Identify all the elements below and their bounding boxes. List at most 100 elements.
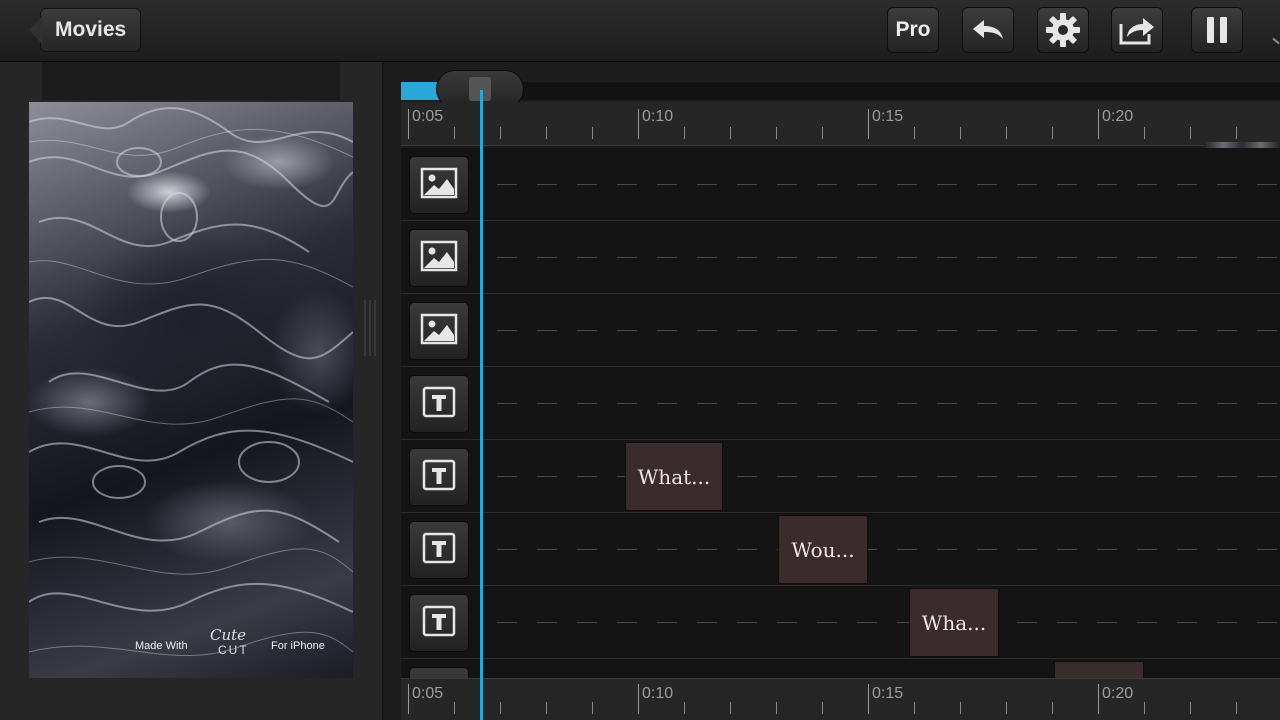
timeline-panel: 0:05 0:10 0:15 0:20 What... Wou... Wha... 0:0… <box>384 62 1280 720</box>
watermark-logo-script: Cute <box>210 626 247 644</box>
time-ruler-bottom[interactable]: 0:05 0:10 0:15 0:20 <box>401 678 1280 720</box>
text-track-row: Wha... <box>401 586 1280 659</box>
ruler-top-major-tick <box>638 109 639 139</box>
pro-button[interactable]: Pro <box>887 7 939 53</box>
share-button[interactable] <box>1111 7 1163 53</box>
image-track-row <box>401 221 1280 294</box>
ruler-top-major-tick <box>1098 109 1099 139</box>
watermark: Made With Cute CUT For iPhone <box>29 626 353 658</box>
top-toolbar: Movies Pro <box>0 0 1280 62</box>
pause-icon <box>1207 17 1227 43</box>
ruler-top-minor-tick <box>1236 127 1237 139</box>
ruler-bottom-minor-tick <box>592 702 593 714</box>
track-empty-guide <box>497 622 1280 623</box>
ruler-top-major-tick <box>408 109 409 139</box>
ruler-bottom-minor-tick <box>822 702 823 714</box>
ruler-top-minor-tick <box>1006 127 1007 139</box>
add-text-button[interactable] <box>409 521 469 579</box>
track-empty-guide <box>497 184 1280 185</box>
track-list: What... Wou... Wha... <box>401 148 1280 678</box>
back-button-label: Movies <box>55 18 127 41</box>
text-icon <box>422 386 456 423</box>
undo-button[interactable] <box>962 7 1014 53</box>
scrub-track[interactable] <box>401 82 1280 100</box>
text-icon <box>422 605 456 642</box>
ruler-bottom-minor-tick <box>500 702 501 714</box>
undo-icon <box>973 20 1003 39</box>
ruler-bottom-minor-tick <box>730 702 731 714</box>
ruler-bottom-time-label: 0:15 <box>872 685 904 702</box>
text-track-row <box>401 367 1280 440</box>
watermark-made-with: Made With <box>135 640 188 652</box>
ruler-top-minor-tick <box>1190 127 1191 139</box>
ruler-top-minor-tick <box>730 127 731 139</box>
track-empty-guide <box>497 330 1280 331</box>
add-text-button[interactable] <box>409 667 469 678</box>
image-track-row <box>401 148 1280 221</box>
ruler-bottom-minor-tick <box>454 702 455 714</box>
ruler-bottom-minor-tick <box>684 702 685 714</box>
ruler-bottom-minor-tick <box>1190 702 1191 714</box>
text-clip[interactable]: What... <box>625 442 723 511</box>
ruler-top-minor-tick <box>776 127 777 139</box>
ruler-top-time-label: 0:15 <box>872 108 904 125</box>
ruler-bottom-time-label: 0:20 <box>1102 685 1134 702</box>
ruler-bottom-minor-tick <box>1236 702 1237 714</box>
ruler-top-minor-tick <box>822 127 823 139</box>
ruler-top-minor-tick <box>500 127 501 139</box>
ruler-bottom-minor-tick <box>546 702 547 714</box>
back-arrow-icon <box>29 15 43 45</box>
video-preview[interactable]: Made With Cute CUT For iPhone <box>29 102 353 678</box>
ruler-top-minor-tick <box>960 127 961 139</box>
ruler-bottom-minor-tick <box>960 702 961 714</box>
ruler-bottom-minor-tick <box>1144 702 1145 714</box>
ruler-bottom-minor-tick <box>776 702 777 714</box>
track-empty-guide <box>497 476 1280 477</box>
ruler-top-minor-tick <box>546 127 547 139</box>
pro-button-label: Pro <box>895 18 931 41</box>
panel-resize-handle[interactable] <box>362 300 378 356</box>
ruler-top-minor-tick <box>914 127 915 139</box>
track-empty-guide <box>497 403 1280 404</box>
ruler-top-minor-tick <box>1052 127 1053 139</box>
ruler-top-time-label: 0:10 <box>642 108 674 125</box>
text-clip[interactable]: Wha... <box>909 588 999 657</box>
ruler-bottom-major-tick <box>868 684 869 714</box>
text-icon <box>422 459 456 496</box>
settings-button[interactable] <box>1037 7 1089 53</box>
track-empty-guide <box>497 549 1280 550</box>
ruler-top-minor-tick <box>684 127 685 139</box>
ruler-bottom-major-tick <box>638 684 639 714</box>
add-text-button[interactable] <box>409 375 469 433</box>
add-image-button[interactable] <box>409 302 469 360</box>
text-clip[interactable]: Wou... <box>778 515 868 584</box>
ruler-top-time-label: 0:05 <box>412 108 444 125</box>
image-track-row <box>401 294 1280 367</box>
track-empty-guide <box>497 257 1280 258</box>
overflow-indicator <box>1272 37 1280 45</box>
text-clip[interactable] <box>1054 661 1144 678</box>
add-text-button[interactable] <box>409 594 469 652</box>
add-image-button[interactable] <box>409 229 469 287</box>
scrub-progress <box>401 82 441 100</box>
add-image-button[interactable] <box>409 156 469 214</box>
ruler-bottom-time-label: 0:10 <box>642 685 674 702</box>
add-text-button[interactable] <box>409 448 469 506</box>
text-track-row <box>401 659 1280 678</box>
liquid-texture-image <box>29 107 353 657</box>
image-icon <box>420 167 458 204</box>
text-track-row: Wou... <box>401 513 1280 586</box>
time-ruler-top[interactable]: 0:05 0:10 0:15 0:20 <box>401 102 1280 150</box>
ruler-top-minor-tick <box>454 127 455 139</box>
ruler-top-minor-tick <box>1144 127 1145 139</box>
ruler-bottom-minor-tick <box>914 702 915 714</box>
pause-button[interactable] <box>1191 7 1243 53</box>
ruler-bottom-minor-tick <box>1052 702 1053 714</box>
watermark-logo-word: CUT <box>218 643 249 657</box>
playhead[interactable] <box>480 90 483 720</box>
ruler-bottom-time-label: 0:05 <box>412 685 444 702</box>
ruler-bottom-major-tick <box>1098 684 1099 714</box>
back-to-movies-button[interactable]: Movies <box>29 8 142 52</box>
ruler-bottom-major-tick <box>408 684 409 714</box>
ruler-top-major-tick <box>868 109 869 139</box>
